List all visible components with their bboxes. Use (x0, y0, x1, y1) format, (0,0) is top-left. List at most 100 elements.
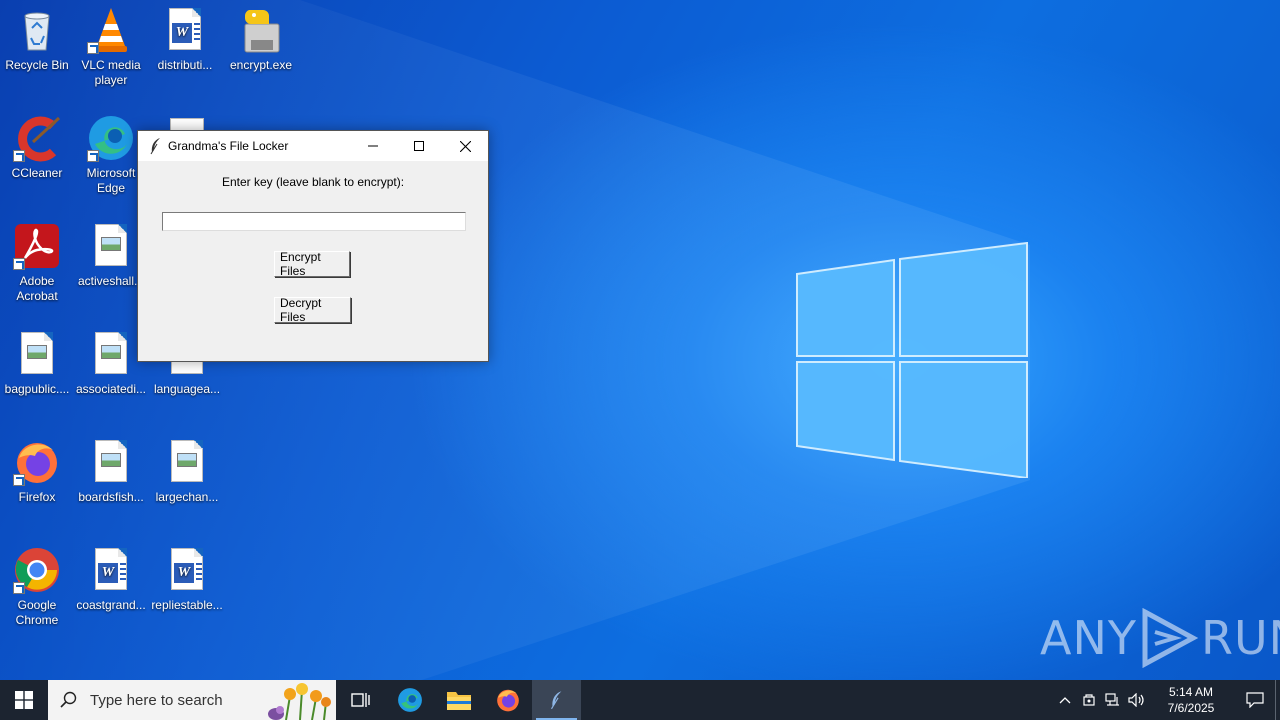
word-doc-icon: W (163, 546, 211, 594)
desktop-icon-encrypt-exe[interactable]: encrypt.exe (224, 6, 298, 73)
network-button[interactable] (1101, 680, 1125, 720)
shortcut-arrow-icon (13, 150, 25, 162)
taskbar-firefox-button[interactable] (483, 680, 532, 720)
recycle-bin-icon (13, 6, 61, 54)
desktop-icon-label: coastgrand... (76, 598, 146, 612)
window-titlebar[interactable]: Grandma's File Locker (138, 131, 488, 161)
tray-app-button[interactable] (1077, 680, 1101, 720)
shortcut-arrow-icon (13, 582, 25, 594)
chrome-icon (13, 546, 61, 594)
firefox-icon (13, 438, 61, 486)
watermark-right-text: RUN (1200, 611, 1280, 665)
watermark-left-text: ANY (1040, 611, 1137, 665)
search-placeholder: Type here to search (90, 691, 223, 709)
taskbar-file-locker-button[interactable] (532, 680, 581, 720)
firefox-icon (496, 689, 519, 712)
shortcut-arrow-icon (13, 474, 25, 486)
windows-start-icon (15, 691, 33, 709)
desktop-icon-firefox[interactable]: Firefox (0, 438, 74, 505)
search-highlight-flowers-icon (268, 683, 331, 720)
image-file-icon (13, 330, 61, 378)
desktop-icon-label: Google Chrome (15, 598, 59, 627)
task-view-button[interactable] (336, 680, 385, 720)
desktop-icon-recycle-bin[interactable]: Recycle Bin (0, 6, 74, 73)
close-button[interactable] (442, 131, 488, 161)
show-desktop-button[interactable] (1275, 680, 1280, 720)
desktop-icon-label: CCleaner (11, 166, 63, 180)
desktop-icon-acrobat[interactable]: Adobe Acrobat (0, 222, 74, 304)
desktop-icon-vlc[interactable]: VLC media player (74, 6, 148, 88)
desktop-icon-repliestable[interactable]: W repliestable... (150, 546, 224, 613)
speaker-icon (1128, 693, 1144, 707)
close-icon (459, 140, 471, 152)
edge-icon (87, 114, 135, 162)
task-view-icon (350, 693, 370, 707)
desktop-icon-label: Recycle Bin (5, 58, 69, 72)
desktop-icon-largechan[interactable]: largechan... (150, 438, 224, 505)
acrobat-icon (13, 222, 61, 270)
desktop-icon-label: Firefox (18, 490, 56, 504)
feather-icon (146, 136, 166, 156)
desktop-icon-coastgrand[interactable]: W coastgrand... (74, 546, 148, 613)
image-file-icon (87, 330, 135, 378)
desktop-icon-label: repliestable... (151, 598, 223, 612)
decrypt-files-button[interactable]: Decrypt Files (274, 296, 351, 324)
shortcut-arrow-icon (87, 150, 99, 162)
system-tray: 5:14 AM 7/6/2025 (1053, 680, 1280, 720)
python-exe-icon (237, 6, 285, 54)
show-hidden-icons-button[interactable] (1053, 680, 1077, 720)
desktop-icon-label: languagea... (153, 382, 221, 396)
play-triangle-icon (1142, 608, 1199, 668)
file-locker-window: Grandma's File Locker Enter key (leave b… (137, 130, 489, 362)
image-file-icon (87, 222, 135, 270)
image-file-icon (163, 438, 211, 486)
desktop-icon-label: associatedi... (75, 382, 147, 396)
desktop-icon-distributi[interactable]: W distributi... (148, 6, 222, 73)
desktop-icon-label: VLC media player (81, 58, 141, 87)
network-icon (1105, 693, 1119, 706)
minimize-icon (368, 145, 378, 147)
taskbar: Type here to search 5:14 AM 7/6/2025 (0, 680, 1280, 720)
start-button[interactable] (0, 680, 48, 720)
desktop-icon-label: bagpublic.... (4, 382, 70, 396)
key-input[interactable] (162, 212, 466, 231)
key-prompt-label: Enter key (leave blank to encrypt): (221, 175, 405, 189)
shortcut-arrow-icon (87, 42, 99, 54)
feather-icon (550, 691, 561, 710)
desktop-icon-label: encrypt.exe (229, 58, 293, 72)
file-explorer-icon (446, 692, 471, 710)
desktop-icon-boardsfish[interactable]: boardsfish... (74, 438, 148, 505)
minimize-button[interactable] (350, 131, 396, 161)
taskbar-file-explorer-button[interactable] (434, 680, 483, 720)
shortcut-arrow-icon (13, 258, 25, 270)
edge-icon (397, 688, 422, 712)
image-file-icon (87, 438, 135, 486)
clock-time: 5:14 AM (1168, 685, 1214, 699)
taskbar-edge-button[interactable] (385, 680, 434, 720)
action-center-button[interactable] (1235, 680, 1275, 720)
windows-wallpaper-logo (796, 242, 1028, 478)
desktop-icon-label: largechan... (155, 490, 219, 504)
anyrun-watermark: ANY RUN (1040, 608, 1280, 668)
maximize-button[interactable] (396, 131, 442, 161)
word-doc-icon: W (87, 546, 135, 594)
volume-button[interactable] (1125, 680, 1149, 720)
desktop-icon-bagpublic[interactable]: bagpublic.... (0, 330, 74, 397)
desktop-icon-ccleaner[interactable]: CCleaner (0, 114, 74, 181)
word-doc-icon: W (161, 6, 209, 54)
encrypt-files-button[interactable]: Encrypt Files (274, 250, 350, 278)
desktop-icon-label: distributi... (157, 58, 213, 72)
desktop-icon-label: Microsoft Edge (86, 166, 136, 195)
maximize-icon (414, 141, 424, 151)
desktop-icon-label: Adobe Acrobat (16, 274, 58, 303)
clock-date: 7/6/2025 (1167, 701, 1215, 715)
window-title: Grandma's File Locker (168, 139, 289, 153)
taskbar-clock[interactable]: 5:14 AM 7/6/2025 (1155, 684, 1227, 716)
desktop-icon-label: boardsfish... (78, 490, 144, 504)
search-icon (60, 691, 77, 708)
desktop-icon-chrome[interactable]: Google Chrome (0, 546, 74, 628)
chevron-up-icon (1059, 697, 1071, 704)
taskbar-search-box[interactable]: Type here to search (48, 680, 336, 720)
desktop-icon-label: activeshall... (77, 274, 145, 288)
device-icon (1083, 694, 1095, 706)
